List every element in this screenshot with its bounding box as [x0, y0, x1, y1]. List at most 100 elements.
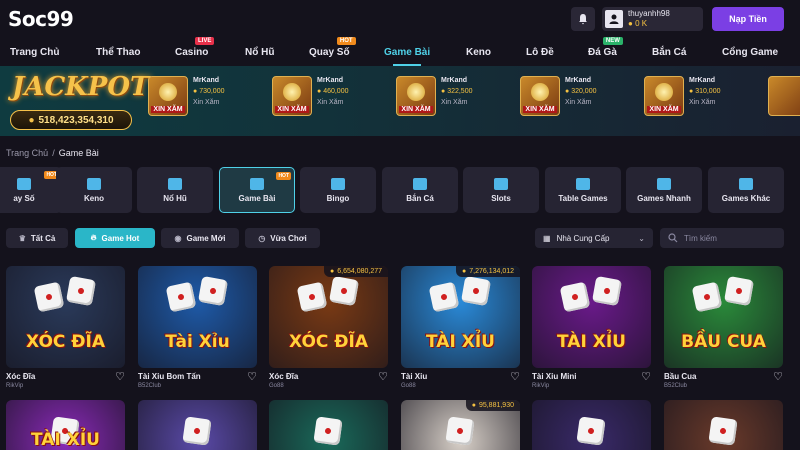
jackpot-winner-card[interactable]: XIN XĂM MrKand ● 320,000 Xin Xăm [520, 76, 640, 126]
game-card[interactable] [269, 400, 388, 450]
nav-item[interactable]: Thể Thao [96, 38, 140, 66]
notification-button[interactable] [571, 7, 595, 31]
thumb-label: XIN XĂM [523, 106, 557, 113]
game-thumbnail[interactable] [138, 400, 257, 450]
winner-amount: ● 730,000 [193, 88, 225, 95]
heart-icon[interactable]: ♡ [247, 372, 257, 383]
category-tile[interactable]: Slots [463, 167, 539, 213]
nav-item[interactable]: Nổ Hũ [245, 38, 274, 66]
game-thumbnail[interactable]: BẦU CUA [664, 266, 783, 368]
nav-item[interactable]: Cổng Game [722, 38, 778, 66]
game-card[interactable]: ● 95,881,930 [401, 400, 520, 450]
game-card[interactable]: BẦU CUA Bầu Cua B52Club ♡ [664, 266, 783, 391]
game-thumbnail[interactable]: TÀI XỈU [532, 266, 651, 368]
winner-game: Xin Xăm [193, 99, 220, 106]
category-label: Game Bài [238, 193, 276, 203]
nav-item[interactable]: Bắn Cá [652, 38, 686, 66]
game-title-art: TÀI XỈU [31, 430, 100, 450]
filter-game-hot[interactable]: 🔥︎ Game Hot [75, 228, 155, 248]
thumb-label: XIN XĂM [151, 106, 185, 113]
user-account[interactable]: thuyanhh98 ● 0 K [602, 7, 703, 31]
game-card[interactable]: Tài Xỉu Tài Xỉu Bom Tấn B52Club ♡ [138, 266, 257, 391]
avatar [605, 10, 623, 28]
category-tile[interactable]: Game Bài HOT [219, 167, 295, 213]
winner-name: MrKand [441, 77, 468, 84]
provider-label: Nhà Cung Cấp [556, 233, 610, 243]
game-thumbnail[interactable]: XÓC ĐĨA ● 6,654,080,277 [269, 266, 388, 368]
dice-graphic [576, 416, 606, 446]
grid-icon: ▦ [543, 233, 551, 243]
heart-icon[interactable]: ♡ [641, 372, 651, 383]
category-icon [494, 177, 508, 190]
filter-recent[interactable]: ◷ Vừa Chơi [245, 228, 320, 248]
heart-icon[interactable]: ♡ [115, 372, 125, 383]
heart-icon[interactable]: ♡ [510, 372, 520, 383]
game-thumbnail[interactable] [532, 400, 651, 450]
game-card[interactable] [664, 400, 783, 450]
nav-item[interactable]: Trang Chủ [10, 38, 59, 66]
coin-icon: ● [471, 402, 476, 409]
category-tile[interactable]: Keno [56, 167, 132, 213]
thumb-label: XIN XĂM [647, 106, 681, 113]
category-tile[interactable]: Games Nhanh [626, 167, 702, 213]
winner-amount-value: 730,000 [199, 88, 225, 95]
game-thumbnail[interactable]: TÀI XỈU [6, 400, 125, 450]
game-thumbnail: XIN XĂM [520, 76, 560, 116]
jackpot-winner-card[interactable]: XIN XĂM MrKand ● 322,500 Xin Xăm [396, 76, 516, 126]
nav-item[interactable]: Đá Gà NEW [588, 37, 623, 66]
game-card[interactable]: XÓC ĐĨA ● 6,654,080,277 Xóc Đĩa Go88 ♡ [269, 266, 388, 391]
game-provider: B52Club [664, 383, 688, 389]
category-icon [413, 177, 427, 190]
category-tile[interactable]: Games Khác [708, 167, 784, 213]
game-thumbnail[interactable] [269, 400, 388, 450]
game-thumbnail[interactable] [664, 400, 783, 450]
search-input[interactable] [684, 233, 774, 243]
deposit-button[interactable]: Nạp Tiền [712, 7, 784, 31]
jackpot-winner-card[interactable]: XIN XĂM MrKand ● 310,000 Xin Xăm [644, 76, 764, 126]
category-tile[interactable]: Table Games [545, 167, 621, 213]
game-jackpot-badge: ● 7,276,134,012 [456, 266, 520, 277]
game-thumbnail[interactable]: Tài Xỉu [138, 266, 257, 368]
game-thumbnail[interactable]: XÓC ĐĨA [6, 266, 125, 368]
filter-game-new[interactable]: ◉ Game Mới [161, 228, 239, 248]
game-card[interactable] [138, 400, 257, 450]
breadcrumb-home[interactable]: Trang Chủ [6, 148, 48, 158]
category-tile[interactable]: Bingo [300, 167, 376, 213]
game-card[interactable]: TÀI XỈU Tài Xỉu Mini RikVip ♡ [532, 266, 651, 391]
nav-item[interactable]: Lô Đề [526, 38, 554, 66]
jackpot-winner-card[interactable]: XIN XĂM MrKand ● 460,000 Xin Xăm [272, 76, 392, 126]
category-tile[interactable]: Nổ Hũ [137, 167, 213, 213]
heart-icon[interactable]: ♡ [378, 372, 388, 383]
coin-icon: ● [628, 19, 636, 28]
dice-graphic [182, 416, 212, 446]
jackpot-winner-card-partial[interactable] [768, 76, 800, 126]
filter-all[interactable]: ♛ Tất Cả [6, 228, 68, 248]
category-tile[interactable]: Bắn Cá [382, 167, 458, 213]
nav-item[interactable]: Quay Số HOT [309, 37, 356, 66]
game-title-art: XÓC ĐĨA [288, 332, 369, 352]
nav-item[interactable]: Game Bài [384, 38, 430, 66]
game-thumbnail[interactable]: ● 95,881,930 [401, 400, 520, 450]
category-tile[interactable]: ay Số HOT [0, 167, 62, 213]
dice-graphic [165, 281, 197, 313]
jackpot-winner-card[interactable]: XIN XĂM MrKand ● 730,000 Xin Xăm [148, 76, 268, 126]
filter-recent-label: Vừa Chơi [270, 233, 307, 243]
game-card[interactable]: TÀI XỈU [6, 400, 125, 450]
provider-select[interactable]: ▦ Nhà Cung Cấp ⌄ [535, 228, 653, 248]
jackpot-title: JACKPOT [12, 72, 150, 102]
category-label: Keno [84, 193, 104, 203]
nav-item[interactable]: Keno [466, 38, 491, 66]
search-box[interactable] [660, 228, 784, 248]
logo[interactable]: Soc99 [8, 6, 74, 32]
game-card[interactable] [532, 400, 651, 450]
nav-item-label: Lô Đề [526, 46, 554, 58]
game-provider: RikVip [532, 383, 550, 389]
game-card[interactable]: TÀI XỈU ● 7,276,134,012 Tài Xỉu Go88 ♡ [401, 266, 520, 391]
breadcrumb: Trang Chủ / Game Bài [6, 148, 99, 158]
game-card[interactable]: XÓC ĐĨA Xóc Đĩa RikVip ♡ [6, 266, 125, 391]
nav-item[interactable]: Casino LIVE [175, 37, 215, 66]
dice-graphic [65, 275, 97, 307]
winner-amount: ● 460,000 [317, 88, 349, 95]
heart-icon[interactable]: ♡ [773, 372, 783, 383]
game-thumbnail[interactable]: TÀI XỈU ● 7,276,134,012 [401, 266, 520, 368]
